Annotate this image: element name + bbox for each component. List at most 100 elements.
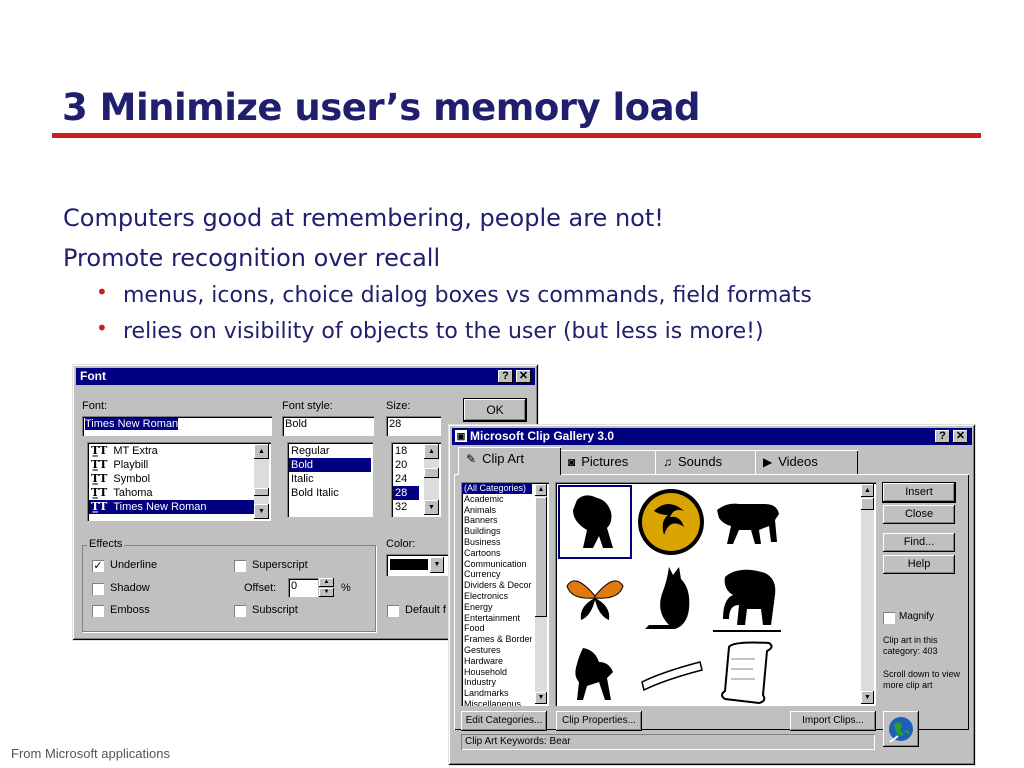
category-item[interactable]: Household bbox=[462, 667, 532, 678]
category-item[interactable]: Dividers & Decora bbox=[462, 580, 532, 591]
font-name-input[interactable]: Times New Roman bbox=[82, 416, 272, 436]
underline-checkbox[interactable]: ✓ bbox=[92, 560, 104, 572]
import-clips-button[interactable]: Import Clips... bbox=[790, 711, 876, 731]
category-item[interactable]: Communication bbox=[462, 559, 532, 570]
style-list-item[interactable]: Regular bbox=[289, 444, 371, 458]
clip-grid-scrollbar[interactable]: ▲ ▼ bbox=[861, 484, 874, 704]
scroll-thumb[interactable] bbox=[424, 468, 439, 478]
font-list[interactable]: T̲T MT Extra T̲T Playbill T̲T Symbol T̲T Tah… bbox=[87, 442, 271, 521]
magnify-checkbox[interactable] bbox=[883, 612, 895, 624]
clip-elephant[interactable] bbox=[710, 561, 784, 635]
superscript-checkbox[interactable] bbox=[234, 560, 246, 572]
close-icon[interactable]: ✕ bbox=[953, 430, 968, 443]
help-button[interactable]: ? bbox=[935, 430, 950, 443]
clip-properties-button[interactable]: Clip Properties... bbox=[556, 711, 642, 731]
tab-sounds[interactable]: ♫ Sounds bbox=[655, 450, 756, 474]
category-scrollbar[interactable]: ▲ ▼ bbox=[535, 484, 547, 704]
underline-label[interactable]: Underline bbox=[110, 559, 157, 571]
size-list-scrollbar[interactable]: ▲ ▼ bbox=[424, 444, 439, 515]
font-style-list[interactable]: Regular Bold Italic Bold Italic bbox=[287, 442, 373, 517]
scroll-thumb[interactable] bbox=[535, 497, 547, 617]
close-icon[interactable]: ✕ bbox=[516, 370, 531, 383]
clip-cat[interactable] bbox=[634, 561, 708, 635]
category-item[interactable]: Frames & Borders bbox=[462, 634, 532, 645]
clip-scroll-banner[interactable] bbox=[634, 637, 708, 711]
clip-count-info: Clip art in this category: 403 bbox=[883, 635, 938, 656]
insert-button[interactable]: Insert bbox=[882, 482, 956, 503]
category-item[interactable]: Electronics bbox=[462, 591, 532, 602]
scroll-thumb[interactable] bbox=[254, 488, 269, 496]
tab-videos[interactable]: ▶ Videos bbox=[755, 450, 858, 474]
font-list-item-selected[interactable]: T̲T Times New Roman bbox=[89, 500, 269, 514]
style-list-item[interactable]: Bold Italic bbox=[289, 486, 371, 500]
scroll-thumb[interactable] bbox=[861, 498, 874, 510]
spin-down-icon[interactable]: ▼ bbox=[319, 588, 334, 597]
size-list-item-selected[interactable]: 28 bbox=[393, 486, 419, 500]
clip-parchment[interactable] bbox=[710, 637, 784, 711]
category-item[interactable]: Gestures bbox=[462, 645, 532, 656]
scroll-down-icon[interactable]: ▼ bbox=[254, 504, 269, 519]
font-list-item[interactable]: T̲T Playbill bbox=[89, 458, 269, 472]
style-list-item[interactable]: Italic bbox=[289, 472, 371, 486]
category-item[interactable]: Currency bbox=[462, 569, 532, 580]
font-list-item[interactable]: T̲T Tahoma bbox=[89, 486, 269, 500]
default-checkbox[interactable] bbox=[387, 605, 399, 617]
scroll-down-icon[interactable]: ▼ bbox=[424, 500, 439, 515]
scroll-up-icon[interactable]: ▲ bbox=[535, 484, 547, 496]
category-item[interactable]: Banners bbox=[462, 515, 532, 526]
clip-bull[interactable] bbox=[710, 485, 784, 559]
category-item[interactable]: Entertainment bbox=[462, 613, 532, 624]
category-item[interactable]: Hardware bbox=[462, 656, 532, 667]
font-name-value: Times New Roman bbox=[85, 418, 179, 430]
ok-button[interactable]: OK bbox=[463, 398, 527, 422]
default-label[interactable]: Default f bbox=[405, 604, 446, 616]
category-item[interactable]: Industry bbox=[462, 677, 532, 688]
font-list-item[interactable]: T̲T Symbol bbox=[89, 472, 269, 486]
category-item[interactable]: Academic bbox=[462, 494, 532, 505]
scroll-down-icon[interactable]: ▼ bbox=[861, 691, 874, 704]
close-button[interactable]: Close bbox=[883, 505, 955, 524]
scroll-up-icon[interactable]: ▲ bbox=[861, 484, 874, 497]
scroll-up-icon[interactable]: ▲ bbox=[424, 444, 439, 459]
category-item[interactable]: Energy bbox=[462, 602, 532, 613]
clip-horse[interactable] bbox=[558, 637, 632, 711]
emboss-checkbox[interactable] bbox=[92, 605, 104, 617]
color-dropdown[interactable]: ▼ bbox=[386, 554, 448, 576]
category-item[interactable]: Miscellaneous bbox=[462, 699, 532, 706]
scroll-up-icon[interactable]: ▲ bbox=[254, 444, 269, 459]
internet-clips-button[interactable] bbox=[883, 711, 919, 747]
category-item[interactable]: Landmarks bbox=[462, 688, 532, 699]
chevron-down-icon[interactable]: ▼ bbox=[430, 557, 444, 573]
font-style-input[interactable]: Bold bbox=[282, 416, 374, 436]
offset-input[interactable]: 0 bbox=[288, 578, 318, 597]
emboss-label[interactable]: Emboss bbox=[110, 604, 150, 616]
help-button[interactable]: ? bbox=[498, 370, 513, 383]
clip-preview-grid[interactable] bbox=[555, 482, 876, 706]
edit-categories-button[interactable]: Edit Categories... bbox=[461, 711, 547, 731]
category-item[interactable]: Cartoons bbox=[462, 548, 532, 559]
font-list-item[interactable]: T̲T MT Extra bbox=[89, 444, 269, 458]
shadow-checkbox[interactable] bbox=[92, 583, 104, 595]
spin-up-icon[interactable]: ▲ bbox=[319, 578, 334, 587]
font-list-scrollbar[interactable]: ▲ ▼ bbox=[254, 444, 269, 519]
clip-butterfly[interactable] bbox=[558, 561, 632, 635]
category-item[interactable]: Animals bbox=[462, 505, 532, 516]
clip-bear[interactable] bbox=[558, 485, 632, 559]
category-item-selected[interactable]: (All Categories) bbox=[462, 483, 532, 494]
help-button[interactable]: Help bbox=[883, 555, 955, 574]
category-item[interactable]: Buildings bbox=[462, 526, 532, 537]
shadow-label[interactable]: Shadow bbox=[110, 582, 150, 594]
style-list-item-selected[interactable]: Bold bbox=[289, 458, 371, 472]
subscript-label[interactable]: Subscript bbox=[252, 604, 298, 616]
clip-phoenix-emblem[interactable] bbox=[634, 485, 708, 559]
superscript-label[interactable]: Superscript bbox=[252, 559, 308, 571]
find-button[interactable]: Find... bbox=[883, 533, 955, 552]
category-item[interactable]: Food bbox=[462, 623, 532, 634]
subscript-checkbox[interactable] bbox=[234, 605, 246, 617]
tab-clip-art[interactable]: ✎ Clip Art bbox=[458, 447, 561, 475]
magnify-label[interactable]: Magnify bbox=[899, 611, 934, 622]
scroll-down-icon[interactable]: ▼ bbox=[535, 692, 547, 704]
tab-pictures[interactable]: ◙ Pictures bbox=[560, 450, 656, 474]
size-input[interactable]: 28 bbox=[386, 416, 441, 436]
category-item[interactable]: Business bbox=[462, 537, 532, 548]
